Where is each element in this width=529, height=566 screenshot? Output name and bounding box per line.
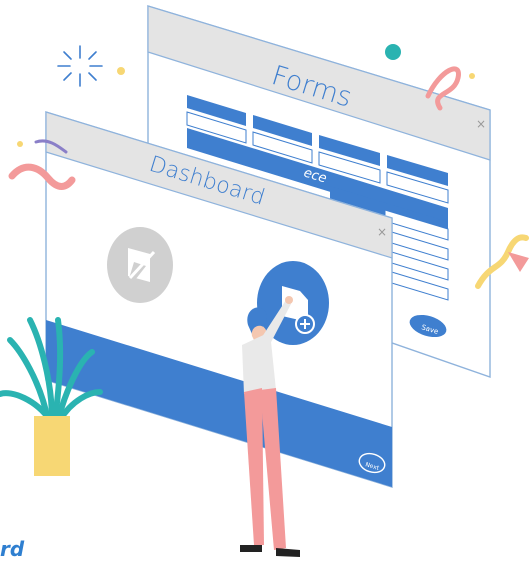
close-icon[interactable]: × (377, 225, 387, 239)
caption-text: rd (0, 537, 25, 561)
yellow-dot (117, 67, 125, 75)
yellow-dot (469, 73, 475, 79)
pink-ribbon (508, 252, 529, 272)
sparkle-icon (57, 45, 103, 87)
teal-dot (385, 44, 401, 60)
close-icon[interactable]: × (476, 117, 486, 131)
plant-pot (34, 416, 70, 476)
illustration: Forms × ece Save Dashboard × Next (0, 5, 529, 557)
form-edit-icon (107, 227, 173, 303)
yellow-dot (17, 141, 23, 147)
